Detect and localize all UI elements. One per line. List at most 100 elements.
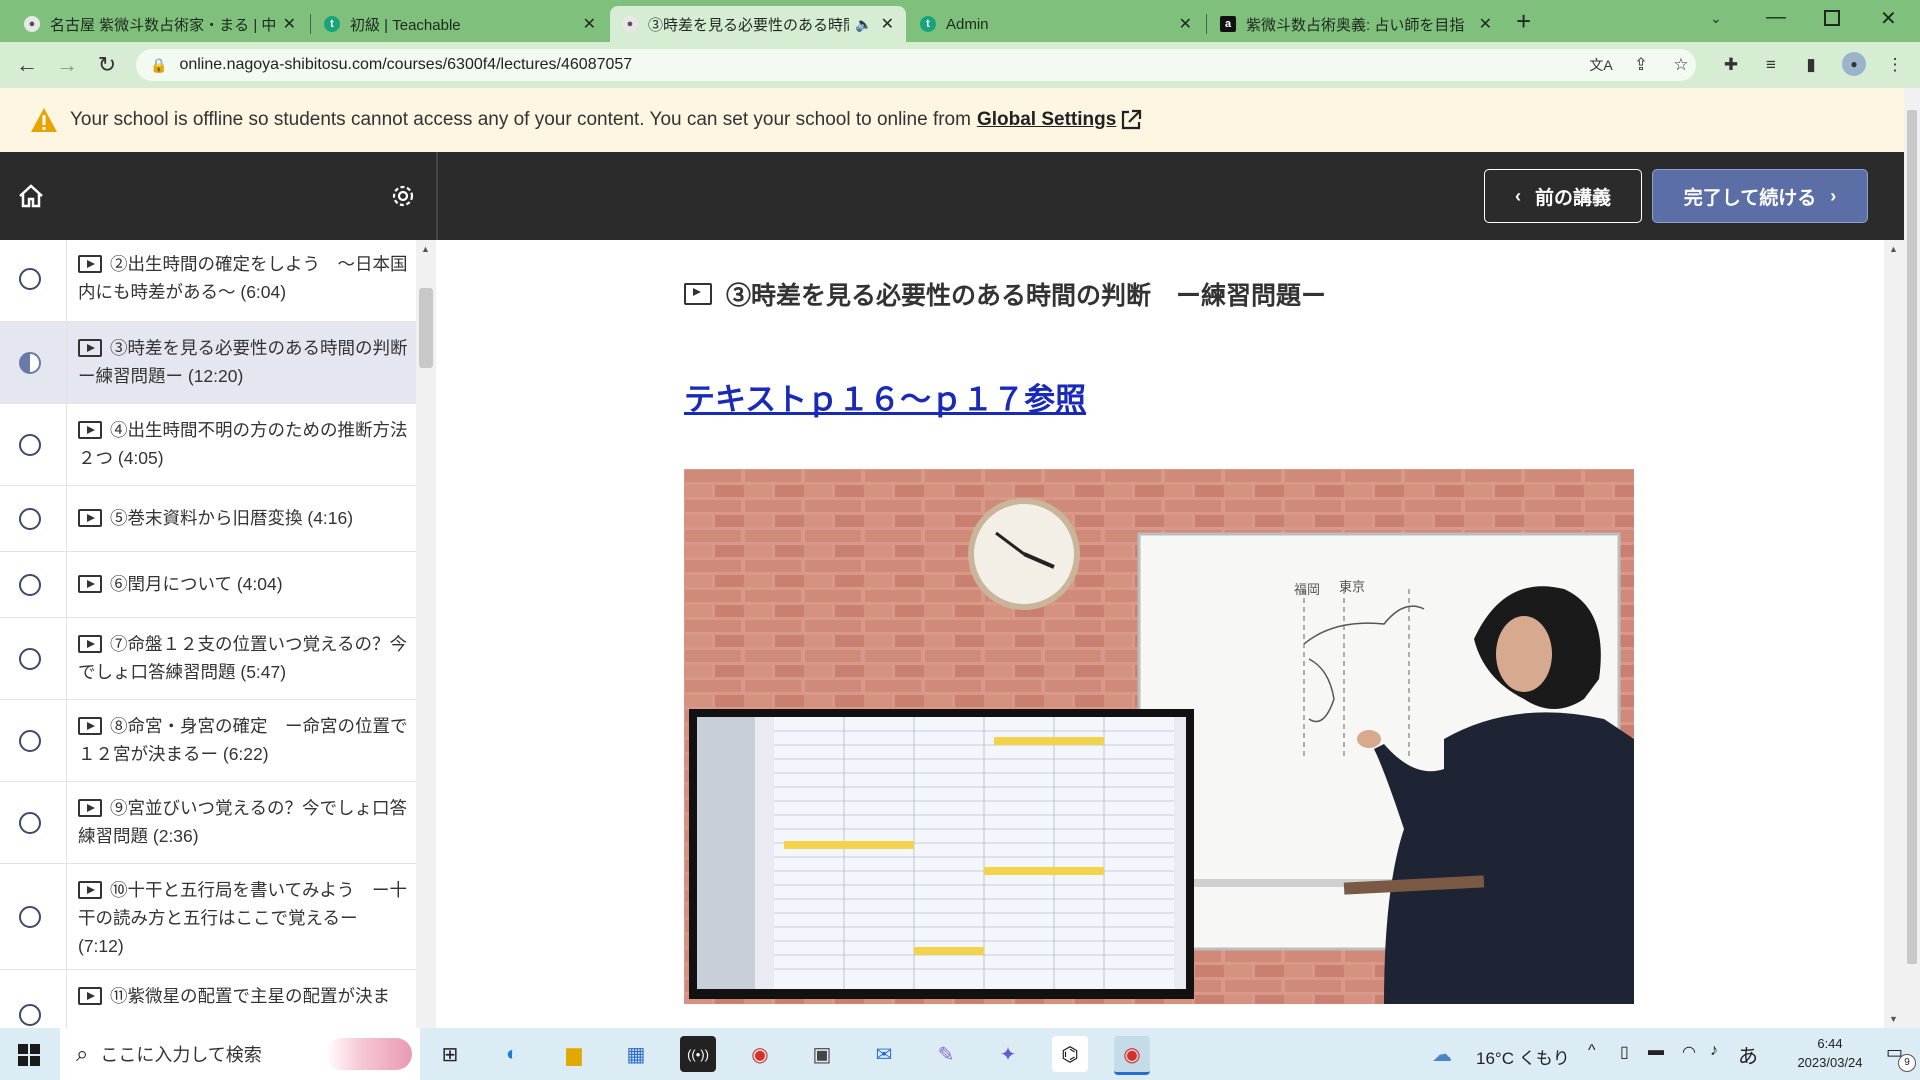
profile-avatar-icon[interactable]: ● — [1842, 52, 1866, 76]
wifi-icon[interactable]: ◠ — [1682, 1042, 1696, 1062]
lecture-video-player[interactable]: 福岡 東京 — [684, 469, 1634, 1004]
camera-app-icon[interactable]: ▣ — [804, 1036, 840, 1072]
textbook-reference-link[interactable]: テキストｐ１６～ｐ１７参照 — [684, 374, 1086, 419]
close-tab-icon[interactable]: ✕ — [1179, 14, 1192, 34]
tab-3-active[interactable]: ● ③時差を見る必要性のある時間 🔈 ✕ — [610, 6, 906, 42]
lecture-title: ⑤巻末資料から旧暦変換 (4:16) — [110, 508, 354, 528]
warning-icon — [31, 108, 57, 132]
minimize-window-icon[interactable]: — — [1766, 6, 1786, 29]
close-tab-icon[interactable]: ✕ — [1479, 14, 1492, 34]
address-bar[interactable]: 🔒 online.nagoya-shibitosu.com/courses/63… — [136, 49, 1696, 81]
scroll-up-arrow-icon[interactable]: ▲ — [421, 244, 430, 254]
external-link-icon[interactable] — [1120, 109, 1142, 131]
lecture-status-empty-icon — [19, 508, 41, 530]
profile-favicon-icon: ● — [24, 16, 40, 32]
streaming-app-icon[interactable]: ((•)) — [680, 1036, 716, 1072]
mail-icon[interactable]: ✉ — [866, 1036, 902, 1072]
bookmark-star-icon[interactable]: ☆ — [1668, 52, 1694, 78]
lecture-status-empty-icon — [19, 906, 41, 928]
scroll-up-arrow-icon[interactable]: ▲ — [1889, 244, 1898, 254]
chrome-active-icon[interactable]: ◉ — [1114, 1036, 1150, 1075]
chrome-icon[interactable]: ◉ — [742, 1036, 778, 1072]
tab-2[interactable]: t 初級 | Teachable ✕ — [312, 6, 608, 42]
play-video-icon — [78, 635, 102, 653]
search-icon: ⌕ — [76, 1041, 89, 1066]
volume-icon[interactable]: ♪ — [1710, 1042, 1718, 1060]
file-explorer-icon[interactable]: ▆ — [556, 1036, 592, 1072]
offline-warning-banner: Your school is offline so students canno… — [0, 88, 1904, 152]
teachable-favicon-icon: t — [324, 16, 340, 32]
close-tab-icon[interactable]: ✕ — [283, 14, 296, 34]
sidebar-scroll-thumb[interactable] — [419, 288, 433, 368]
course-header: ‹ 前の講義 完了して続ける › — [0, 152, 1904, 240]
microsoft-store-icon[interactable]: ▦ — [618, 1036, 654, 1072]
lecture-item[interactable]: ⑦命盤１２支の位置いつ覚えるの？今でしょ口答練習問題 (5:47) — [0, 618, 416, 700]
lecture-content: ③時差を見る必要性のある時間の判断 ー練習問題ー テキストｐ１６～ｐ１７参照 福… — [438, 240, 1884, 1028]
restore-window-icon[interactable] — [1824, 10, 1840, 26]
monitor-with-table — [689, 709, 1194, 999]
weather-cloud-icon[interactable]: ☁ — [1432, 1042, 1452, 1067]
lecture-item[interactable]: ④出生時間不明の方のための推断方法２つ (4:05) — [0, 404, 416, 486]
complete-and-continue-button[interactable]: 完了して続ける › — [1652, 169, 1868, 223]
side-panel-icon[interactable]: ▮ — [1798, 52, 1824, 78]
page-scroll-thumb[interactable] — [1907, 110, 1917, 964]
show-hidden-icons-chevron-icon[interactable]: ^ — [1588, 1042, 1596, 1060]
lecture-item[interactable]: ⑥閏月について (4:04) — [0, 552, 416, 618]
back-arrow-icon[interactable]: ← — [12, 50, 42, 80]
battery-icon[interactable]: ▬ — [1648, 1042, 1664, 1060]
task-view-icon[interactable]: ⊞ — [432, 1036, 468, 1072]
tab-strip: ● 名古屋 紫微斗数占術家・まる | 中 ✕ t 初級 | Teachable … — [0, 0, 1920, 42]
ime-indicator[interactable]: あ — [1738, 1040, 1758, 1069]
windows-start-icon[interactable] — [18, 1044, 40, 1066]
lecture-item[interactable]: ⑪紫微星の配置で主星の配置が決ま — [0, 970, 416, 1028]
app-icon[interactable]: ✦ — [990, 1036, 1026, 1072]
scroll-down-arrow-icon[interactable]: ▼ — [1889, 1014, 1898, 1024]
forward-arrow-icon[interactable]: → — [52, 50, 82, 80]
lecture-item-current[interactable]: ③時差を見る必要性のある時間の判断 ー練習問題ー (12:20) — [0, 322, 416, 404]
media-control-icon[interactable]: ≡ — [1758, 52, 1784, 78]
close-tab-icon[interactable]: ✕ — [881, 14, 894, 34]
lecture-item[interactable]: ⑨宮並びいつ覚えるの？今でしょ口答練習問題 (2:36) — [0, 782, 416, 864]
cherry-blossom-decoration-icon — [326, 1038, 412, 1070]
previous-lecture-button[interactable]: ‹ 前の講義 — [1484, 169, 1642, 223]
share-icon[interactable]: ⇪ — [1628, 52, 1654, 78]
lecture-title: ③時差を見る必要性のある時間の判断 ー練習問題ー (12:20) — [78, 338, 416, 386]
lecture-item[interactable]: ②出生時間の確定をしよう ～日本国内にも時差がある～ (6:04) — [0, 240, 416, 322]
tablet-icon[interactable]: ▯ — [1620, 1042, 1629, 1062]
edge-browser-icon[interactable]: ◐ — [494, 1036, 530, 1072]
extensions-puzzle-icon[interactable]: ✚ — [1718, 52, 1744, 78]
lecture-item[interactable]: ⑩十干と五行局を書いてみよう ー十干の読み方と五行はここで覚えるー (7:12) — [0, 864, 416, 970]
chevron-right-icon: › — [1830, 185, 1837, 206]
page-scrollbar[interactable] — [1904, 88, 1920, 1028]
lecture-item[interactable]: ⑧命宮・身宮の確定 ー命宮の位置で１２宮が決まるー (6:22) — [0, 700, 416, 782]
audio-playing-icon[interactable]: 🔈 — [855, 16, 872, 33]
taskbar-search-box[interactable]: ⌕ ここに入力して検索 — [60, 1028, 420, 1080]
close-window-icon[interactable]: ✕ — [1880, 6, 1897, 31]
translate-icon[interactable]: 文A — [1588, 52, 1614, 78]
content-scrollbar[interactable]: ▲ ▼ — [1884, 240, 1904, 1028]
paint-icon[interactable]: ✎ — [928, 1036, 964, 1072]
lecture-status-empty-icon — [19, 434, 41, 456]
play-video-icon — [78, 509, 102, 527]
tab-search-chevron-icon[interactable]: ⌄ — [1710, 10, 1722, 27]
reload-icon[interactable]: ↻ — [92, 50, 122, 80]
home-icon[interactable] — [18, 184, 44, 208]
browser-menu-icon[interactable]: ⋮ — [1882, 52, 1908, 78]
lecture-title: ②出生時間の確定をしよう ～日本国内にも時差がある～ (6:04) — [78, 254, 408, 302]
lecture-item[interactable]: ⑤巻末資料から旧暦変換 (4:16) — [0, 486, 416, 552]
tab-5[interactable]: a 紫微斗数占術奥義: 占い師を目指 ✕ — [1208, 6, 1504, 42]
settings-gear-icon[interactable] — [390, 183, 416, 209]
global-settings-link[interactable]: Global Settings — [977, 109, 1116, 131]
lecture-title: ⑪紫微星の配置で主星の配置が決ま — [110, 986, 390, 1006]
clock-date: 2023/03/24 — [1797, 1055, 1863, 1070]
new-tab-button[interactable]: + — [1516, 6, 1531, 37]
lecture-status-empty-icon — [19, 730, 41, 752]
sidebar-scrollbar[interactable]: ▲ — [416, 240, 436, 1028]
pen-app-icon[interactable]: ⌬ — [1052, 1036, 1088, 1072]
close-tab-icon[interactable]: ✕ — [583, 14, 596, 34]
tab-4[interactable]: t Admin ✕ — [908, 6, 1204, 42]
tab-1[interactable]: ● 名古屋 紫微斗数占術家・まる | 中 ✕ — [12, 6, 308, 42]
clock[interactable]: 6:44 2023/03/24 — [1782, 1034, 1878, 1072]
tab-title: 名古屋 紫微斗数占術家・まる | 中 — [50, 16, 275, 34]
weather-text[interactable]: 16°C くもり — [1476, 1044, 1570, 1069]
